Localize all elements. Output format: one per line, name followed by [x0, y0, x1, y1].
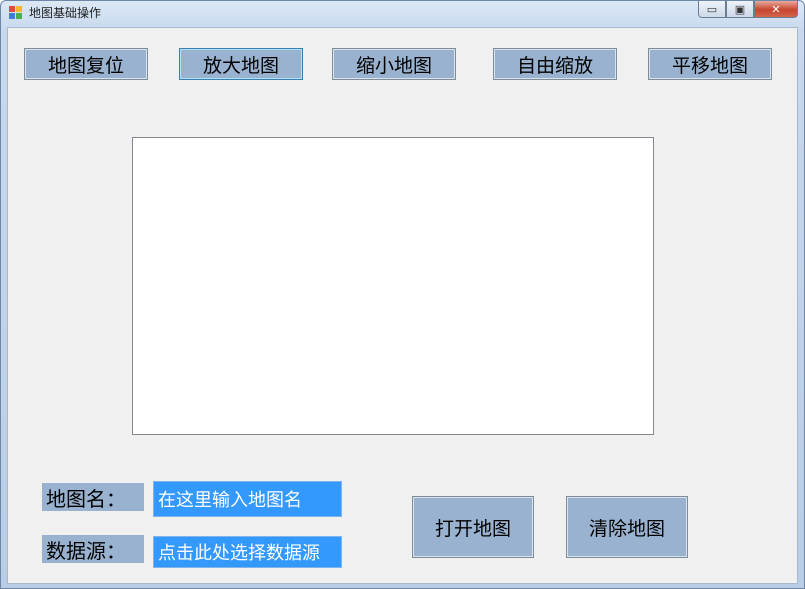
- open-map-button[interactable]: 打开地图: [412, 496, 534, 558]
- zoom-in-button[interactable]: 放大地图: [179, 48, 303, 80]
- close-icon: ✕: [771, 2, 781, 16]
- map-name-input[interactable]: 在这里输入地图名: [153, 481, 342, 517]
- minimize-icon: ▭: [706, 2, 718, 16]
- pan-map-button[interactable]: 平移地图: [648, 48, 772, 80]
- title-bar[interactable]: 地图基础操作 ▭ ▣ ✕: [1, 1, 804, 25]
- window-title: 地图基础操作: [29, 6, 102, 20]
- clear-map-button[interactable]: 清除地图: [566, 496, 688, 558]
- free-zoom-button[interactable]: 自由缩放: [493, 48, 617, 80]
- minimize-button[interactable]: ▭: [698, 1, 726, 18]
- map-view[interactable]: [132, 137, 654, 435]
- app-window: 地图基础操作 ▭ ▣ ✕ 地图复位 放大地图 缩小地图 自由缩放 平移地图 地图…: [0, 0, 805, 589]
- zoom-out-button[interactable]: 缩小地图: [332, 48, 456, 80]
- map-name-label: 地图名：: [42, 483, 144, 511]
- form-client-area: 地图复位 放大地图 缩小地图 自由缩放 平移地图 地图名： 在这里输入地图名 数…: [7, 27, 798, 584]
- data-source-label: 数据源：: [42, 535, 144, 563]
- window-controls: ▭ ▣ ✕: [698, 1, 798, 19]
- maximize-button[interactable]: ▣: [726, 1, 754, 18]
- maximize-icon: ▣: [734, 2, 746, 16]
- reset-map-button[interactable]: 地图复位: [24, 48, 148, 80]
- app-icon: [9, 6, 23, 20]
- data-source-input[interactable]: 点击此处选择数据源: [153, 536, 342, 568]
- close-button[interactable]: ✕: [754, 1, 798, 18]
